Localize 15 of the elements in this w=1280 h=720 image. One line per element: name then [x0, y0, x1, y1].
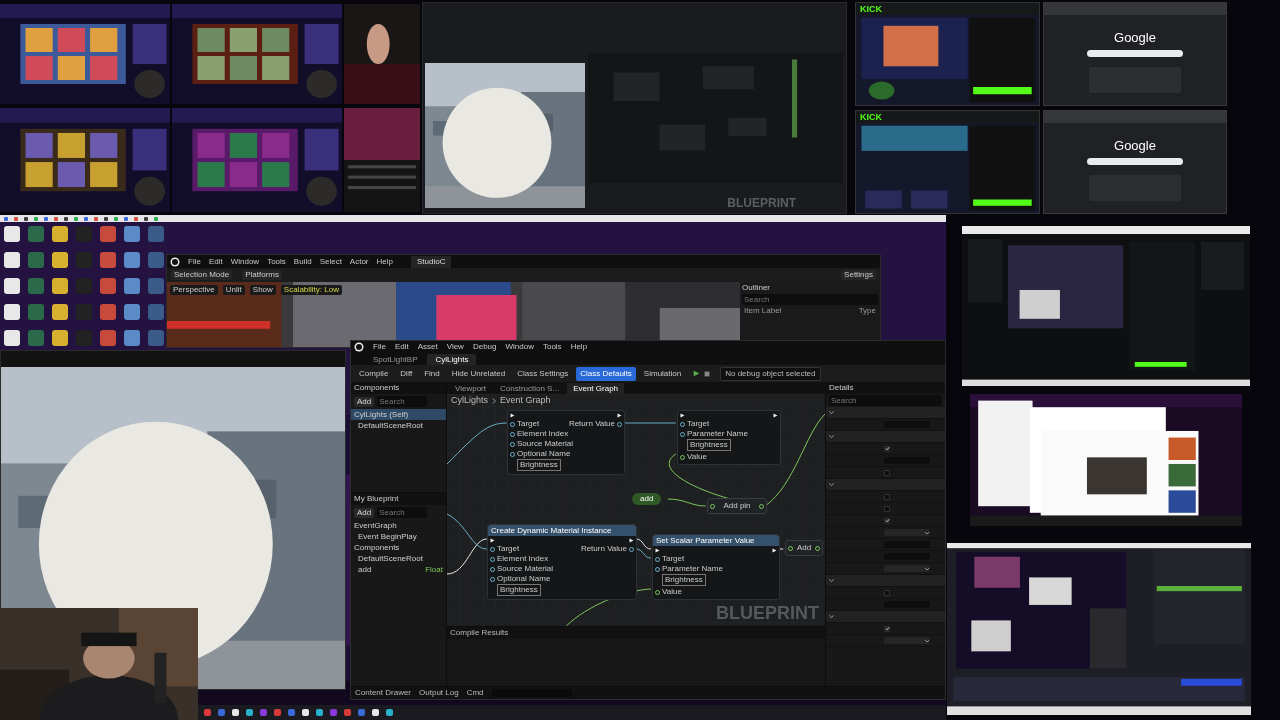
- logo: Google: [1114, 139, 1156, 152]
- watermark: BLUEPRINT: [727, 197, 796, 209]
- taskbar-icon[interactable]: [44, 216, 48, 221]
- search-bar[interactable]: [1087, 158, 1183, 165]
- logo: KICK: [860, 4, 882, 14]
- taskbar-icon[interactable]: [84, 216, 88, 221]
- taskbar-icon[interactable]: [144, 216, 148, 221]
- logo: Google: [1114, 31, 1156, 44]
- taskbar-icon[interactable]: [124, 216, 128, 221]
- taskbar-icon[interactable]: [104, 216, 108, 221]
- logo: KICK: [860, 112, 882, 122]
- search-bar[interactable]: [1087, 50, 1183, 57]
- taskbar-icon[interactable]: [24, 216, 28, 221]
- taskbar-icon[interactable]: [64, 216, 68, 221]
- taskbar-icon[interactable]: [4, 216, 8, 221]
